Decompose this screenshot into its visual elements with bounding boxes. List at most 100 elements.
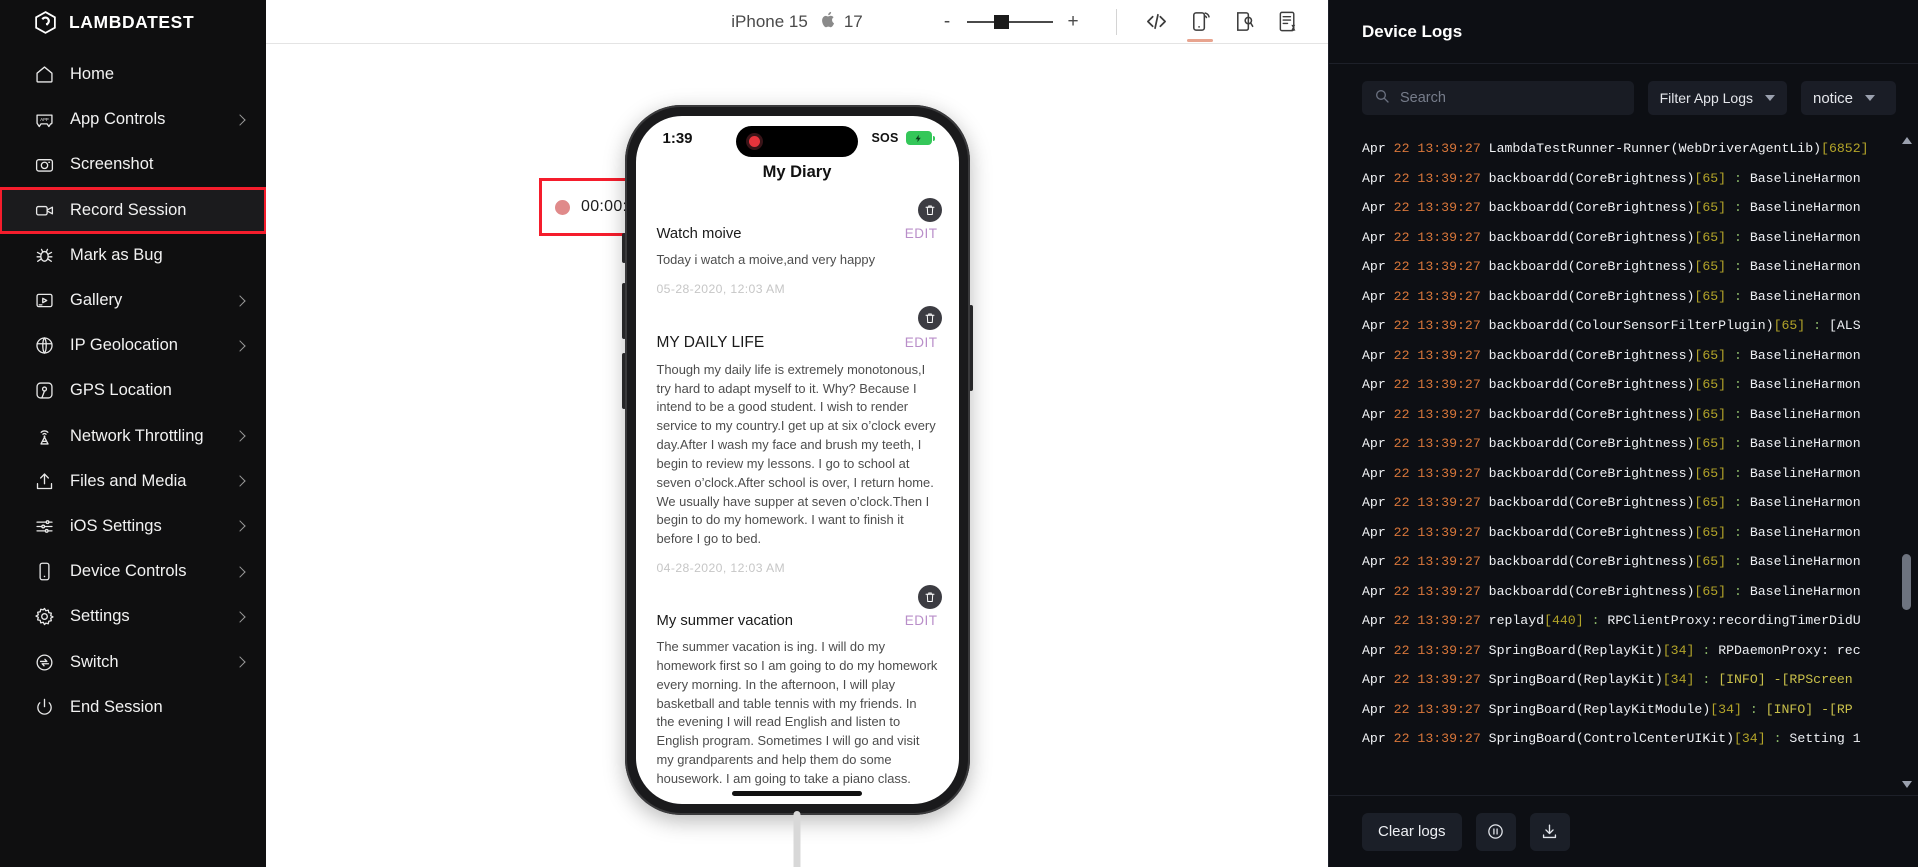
- device-stage: iPhone 15 17 - + 00:00:03 1:39 SOS My Di…: [266, 0, 1328, 867]
- download-icon[interactable]: [1529, 812, 1570, 851]
- edit-entry-link[interactable]: EDIT: [905, 613, 938, 628]
- sidebar-item-settings[interactable]: Settings: [0, 594, 266, 639]
- edit-entry-link[interactable]: EDIT: [905, 226, 938, 241]
- sidebar-item-label: Switch: [70, 652, 119, 671]
- dynamic-island: [736, 126, 858, 157]
- chevron-right-icon: [234, 294, 246, 307]
- sidebar-item-gallery[interactable]: Gallery: [0, 278, 266, 323]
- sidebar-item-label: GPS Location: [70, 381, 172, 400]
- log-line: Apr 22 13:39:27 backboardd(ColourSensorF…: [1362, 318, 1861, 333]
- sidebar-item-device-controls[interactable]: Device Controls: [0, 549, 266, 594]
- os-version-chip: 17: [821, 11, 863, 33]
- sidebar-item-home[interactable]: Home: [0, 52, 266, 97]
- search-icon: [1374, 88, 1390, 109]
- sidebar-item-label: IP Geolocation: [70, 336, 178, 355]
- log-line: Apr 22 13:39:27 backboardd(CoreBrightnes…: [1362, 524, 1861, 540]
- pause-icon[interactable]: [1475, 812, 1516, 851]
- log-line: Apr 22 13:39:27 backboardd(CoreBrightnes…: [1362, 229, 1861, 245]
- clear-logs-button[interactable]: Clear logs: [1362, 812, 1462, 851]
- device-screen[interactable]: 1:39 SOS My Diary Watch moive EDIT Today…: [635, 116, 959, 804]
- log-line: Apr 22 13:39:27 backboardd(CoreBrightnes…: [1362, 288, 1861, 304]
- filter-app-logs-dropdown[interactable]: Filter App Logs: [1647, 81, 1787, 115]
- sidebar-item-ios-settings[interactable]: iOS Settings: [0, 504, 266, 549]
- log-line: Apr 22 13:39:27 LambdaTestRunner-Runner(…: [1362, 141, 1869, 156]
- zoom-slider-thumb[interactable]: [994, 14, 1009, 29]
- status-bar: 1:39 SOS: [636, 116, 959, 160]
- recording-active-icon: [749, 136, 760, 147]
- logs-panel-title: Device Logs: [1329, 0, 1918, 64]
- delete-entry-button[interactable]: [917, 305, 942, 330]
- logs-search-input[interactable]: [1400, 90, 1622, 106]
- sidebar-item-screenshot[interactable]: Screenshot: [0, 142, 266, 187]
- os-version: 17: [843, 11, 863, 31]
- device-logs-icon[interactable]: [1178, 0, 1222, 44]
- power-icon: [33, 696, 56, 719]
- entry-header: Watch moive EDIT: [657, 226, 938, 242]
- log-line: Apr 22 13:39:27 SpringBoard(ControlCente…: [1362, 731, 1861, 746]
- log-line: Apr 22 13:39:27 backboardd(CoreBrightnes…: [1362, 406, 1861, 422]
- home-indicator[interactable]: [732, 791, 862, 796]
- log-line: Apr 22 13:39:27 SpringBoard(ReplayKitMod…: [1362, 701, 1853, 717]
- edit-entry-link[interactable]: EDIT: [905, 335, 938, 350]
- sidebar-item-label: Files and Media: [70, 471, 187, 490]
- entry-title: Watch moive: [656, 226, 742, 242]
- lambdatest-logo-icon: [33, 10, 58, 35]
- filter-app-logs-label: Filter App Logs: [1659, 90, 1753, 106]
- zoom-in-button[interactable]: +: [1065, 12, 1081, 31]
- log-line: Apr 22 13:39:27 replayd[440] : RPClientP…: [1362, 613, 1861, 628]
- chevron-right-icon: [234, 611, 246, 623]
- sidebar-item-ip-geolocation[interactable]: IP Geolocation: [0, 323, 266, 368]
- scrollbar-thumb[interactable]: [1902, 554, 1911, 610]
- entry-body: Today i watch a moive,and very happy: [656, 252, 876, 267]
- svg-text:APP: APP: [40, 117, 49, 123]
- sidebar-item-label: Settings: [70, 607, 130, 626]
- chevron-right-icon: [234, 114, 246, 126]
- sidebar-nav: Home APP App Controls Screenshot Record Sess…: [0, 52, 267, 730]
- phone-icon: [33, 560, 56, 583]
- scroll-down-icon[interactable]: [1901, 778, 1912, 791]
- sidebar-item-label: App Controls: [70, 110, 166, 129]
- entry-body: The summer vacation is ing. I will do my…: [656, 639, 938, 786]
- sidebar-item-mark-as-bug[interactable]: Mark as Bug: [0, 233, 266, 278]
- app-page-title: My Diary: [762, 163, 832, 181]
- inspector-icon[interactable]: [1222, 0, 1266, 44]
- entry-date: 05-28-2020, 12:03 AM: [656, 281, 786, 296]
- sidebar-item-gps-location[interactable]: GPS Location: [0, 368, 266, 413]
- log-output[interactable]: Apr 22 13:39:27 LambdaTestRunner-Runner(…: [1329, 130, 1918, 795]
- scroll-up-icon[interactable]: [1901, 134, 1912, 147]
- sidebar-item-record-session[interactable]: Record Session: [0, 186, 267, 234]
- gear-icon: [33, 605, 56, 628]
- sidebar-item-files-and-media[interactable]: Files and Media: [0, 459, 266, 504]
- log-scrollbar[interactable]: [1901, 134, 1912, 791]
- diary-entry: Watch moive EDIT Today i watch a moive,and…: [656, 188, 942, 296]
- code-icon[interactable]: [1134, 0, 1178, 44]
- entry-title: MY DAILY LIFE: [656, 333, 765, 351]
- chevron-right-icon: [234, 656, 246, 668]
- sidebar-item-label: iOS Settings: [70, 516, 162, 535]
- device-logs-panel: Device Logs Filter App Logs notice Apr: [1328, 0, 1918, 867]
- sidebar-item-end-session[interactable]: End Session: [0, 685, 266, 730]
- sidebar-item-network-throttling[interactable]: Network Throttling: [0, 414, 266, 459]
- sidebar-item-switch[interactable]: Switch: [0, 639, 266, 684]
- log-line: Apr 22 13:39:27 backboardd(CoreBrightnes…: [1362, 170, 1861, 186]
- zoom-slider[interactable]: [967, 14, 1053, 29]
- logs-search[interactable]: [1362, 81, 1634, 115]
- sidebar-item-label: Record Session: [70, 200, 187, 219]
- phone-area: 1:39 SOS My Diary Watch moive EDIT Today…: [266, 44, 1328, 867]
- log-line: Apr 22 13:39:27 backboardd(CoreBrightnes…: [1362, 200, 1861, 215]
- diary-list[interactable]: Watch moive EDIT Today i watch a moive,and…: [636, 188, 959, 796]
- brand-logo[interactable]: LAMBDATEST: [0, 0, 266, 44]
- diary-entry: MY DAILY LIFE EDIT Though my daily life is…: [656, 296, 942, 575]
- globe-icon: [33, 334, 56, 357]
- delete-entry-button[interactable]: [917, 198, 942, 222]
- status-right: SOS: [872, 131, 935, 145]
- home-icon: [33, 63, 56, 86]
- delete-entry-button[interactable]: [917, 585, 942, 610]
- sidebar-item-label: Gallery: [70, 291, 123, 310]
- log-level-dropdown[interactable]: notice: [1801, 81, 1896, 115]
- entry-title: My summer vacation: [656, 613, 794, 630]
- test-report-icon[interactable]: [1266, 0, 1310, 44]
- sidebar-item-app-controls[interactable]: APP App Controls: [0, 97, 266, 142]
- sidebar-item-label: Network Throttling: [70, 426, 204, 445]
- zoom-out-button[interactable]: -: [939, 12, 955, 31]
